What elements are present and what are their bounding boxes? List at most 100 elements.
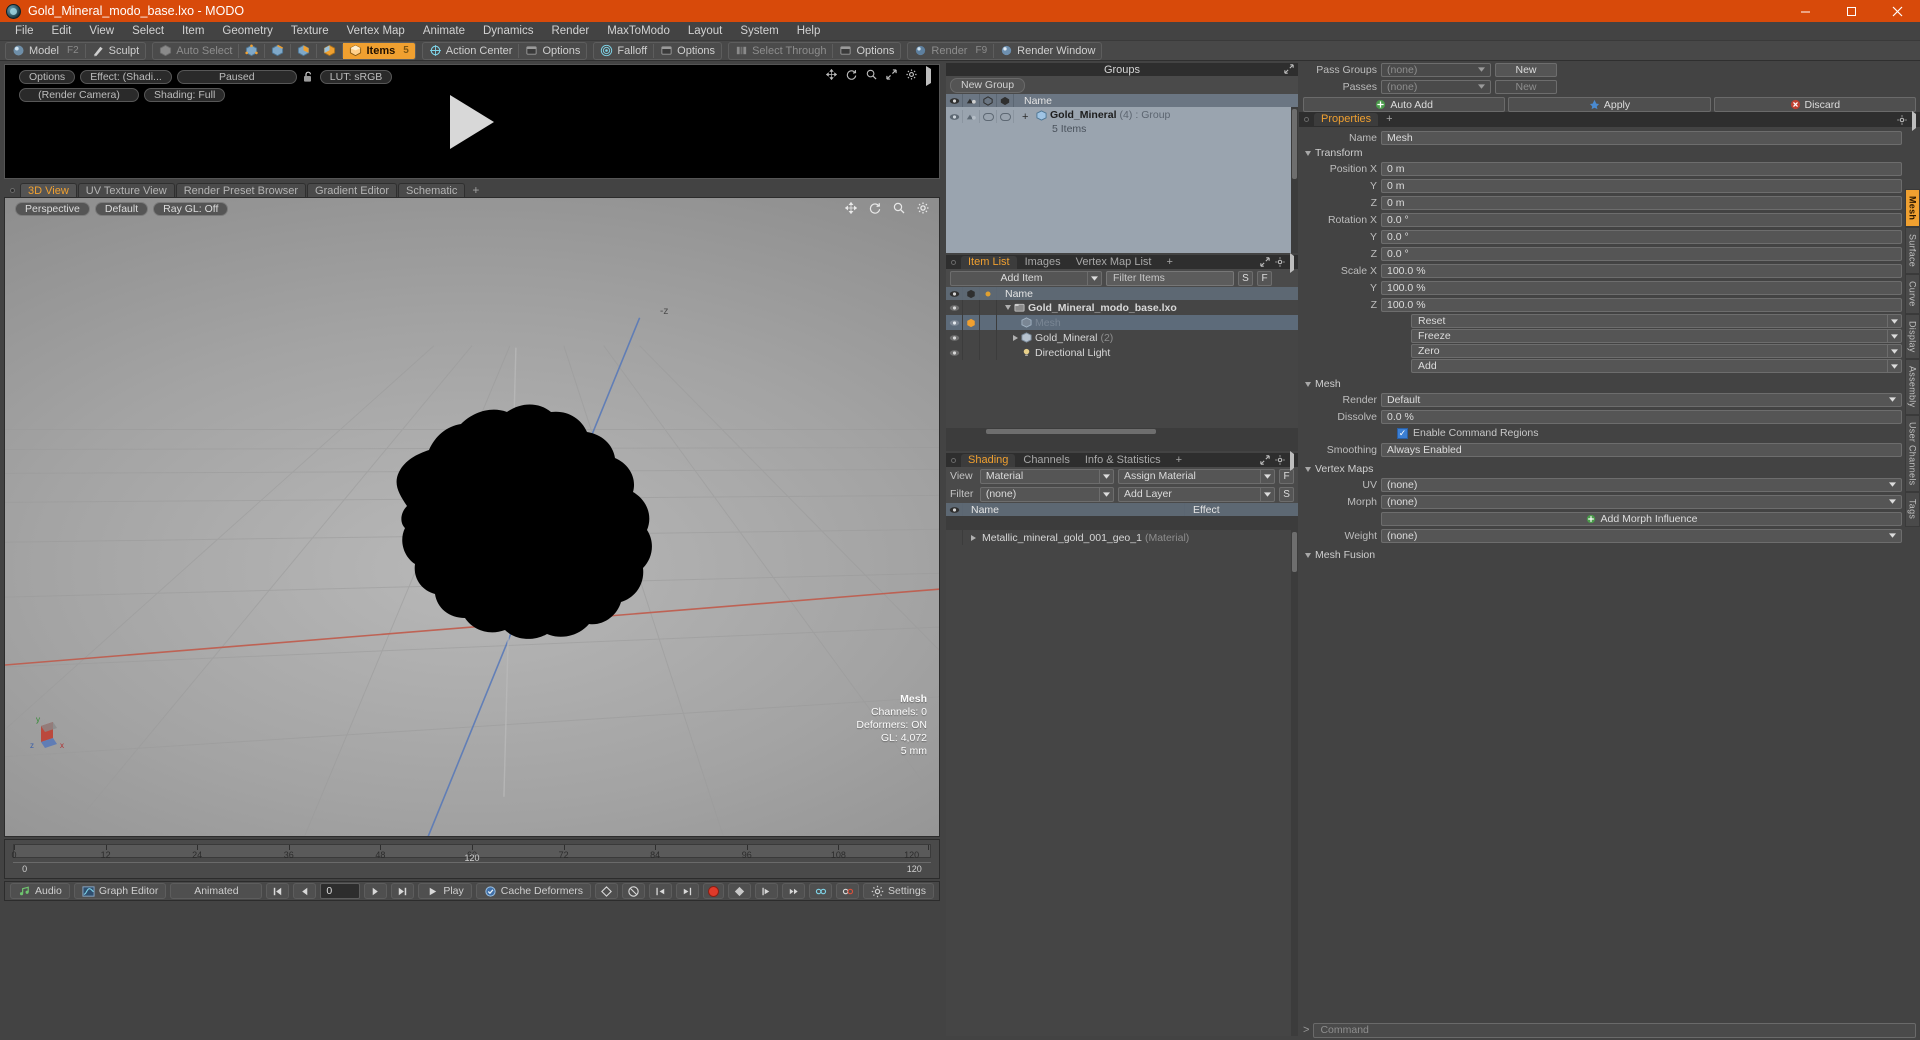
- discard-button[interactable]: Discard: [1713, 97, 1916, 112]
- viewport-default-button[interactable]: Default: [94, 201, 149, 216]
- eye-column-icon[interactable]: [946, 94, 963, 107]
- filter-dropdown[interactable]: (none): [979, 486, 1115, 502]
- menu-item-layout[interactable]: Layout: [679, 22, 732, 41]
- tab-info-and-statistics[interactable]: Info & Statistics: [1078, 454, 1168, 467]
- reset-dropdown[interactable]: Reset: [1411, 314, 1902, 328]
- tab-render-preset-browser[interactable]: Render Preset Browser: [175, 183, 307, 197]
- zero-dropdown[interactable]: Zero: [1411, 344, 1902, 358]
- model-mode-button[interactable]: Model F2: [6, 43, 85, 59]
- passes-new-button[interactable]: New: [1495, 79, 1557, 94]
- material-select-button[interactable]: [317, 43, 342, 59]
- add-item-dropdown[interactable]: Add Item: [950, 270, 1102, 286]
- row-visibility-toggle[interactable]: [946, 315, 963, 330]
- lut-button[interactable]: LUT: sRGB: [319, 69, 393, 84]
- side-tab-display[interactable]: Display: [1905, 313, 1920, 360]
- menu-item-item[interactable]: Item: [173, 22, 213, 41]
- groups-list-body[interactable]: + Gold_Mineral (4) : Group 5 Items: [946, 107, 1298, 253]
- row-lock-toggle[interactable]: [963, 315, 980, 330]
- row-lock-toggle[interactable]: [963, 300, 980, 315]
- list-item[interactable]: Gold_Mineral (2): [946, 330, 1298, 345]
- scale-x-input[interactable]: 100.0 %: [1381, 263, 1902, 278]
- filter-s-button[interactable]: S: [1238, 270, 1253, 286]
- menu-item-dynamics[interactable]: Dynamics: [474, 22, 542, 41]
- tab-item-list[interactable]: Item List: [961, 255, 1017, 269]
- scale-z-input[interactable]: 100.0 %: [1381, 297, 1902, 312]
- gear-icon[interactable]: [906, 69, 917, 83]
- goto-end-button[interactable]: [391, 883, 415, 899]
- viewport-raygl-button[interactable]: Ray GL: Off: [153, 201, 229, 216]
- groups-scrollbar[interactable]: [1291, 107, 1298, 253]
- zoom-icon[interactable]: [866, 69, 877, 83]
- play-button[interactable]: Play: [418, 883, 472, 899]
- assign-material-dropdown[interactable]: Assign Material: [1118, 468, 1276, 484]
- tab-vertex-map-list[interactable]: Vertex Map List: [1069, 256, 1159, 269]
- close-button[interactable]: [1874, 0, 1920, 22]
- properties-add-tab-button[interactable]: +: [1379, 113, 1399, 126]
- settings-button[interactable]: Settings: [863, 883, 934, 899]
- add-layer-s-button[interactable]: S: [1279, 486, 1294, 502]
- weight-dropdown[interactable]: (none): [1381, 528, 1902, 543]
- sculpt-mode-button[interactable]: Sculpt: [86, 43, 146, 59]
- rotate-icon[interactable]: [869, 202, 881, 217]
- row-light-toggle[interactable]: [980, 330, 997, 345]
- rotation-x-input[interactable]: 0.0 °: [1381, 212, 1902, 227]
- chevron-down-icon[interactable]: [1887, 330, 1901, 342]
- chevron-down-icon[interactable]: [1887, 315, 1901, 327]
- gear-icon[interactable]: [917, 202, 929, 217]
- polygon-select-button[interactable]: [291, 43, 316, 59]
- add-dropdown[interactable]: Add: [1411, 359, 1902, 373]
- position-y-input[interactable]: 0 m: [1381, 178, 1902, 193]
- goto-start-button[interactable]: [266, 883, 290, 899]
- row-visibility-toggle[interactable]: [946, 345, 963, 360]
- items-select-button[interactable]: Items 5: [343, 42, 415, 59]
- render-options-button[interactable]: Options: [19, 69, 76, 84]
- select-column-icon[interactable]: [997, 94, 1014, 107]
- render-window-button[interactable]: Render Window: [994, 43, 1101, 59]
- chevron-down-icon[interactable]: [1260, 469, 1274, 483]
- row-visibility-toggle[interactable]: [946, 300, 963, 315]
- row-light-toggle[interactable]: [980, 300, 997, 315]
- enable-command-regions-checkbox[interactable]: ✓: [1397, 427, 1408, 439]
- side-tab-user-channels[interactable]: User Channels: [1905, 414, 1920, 493]
- expander-icon[interactable]: [1013, 334, 1018, 341]
- view-dropdown[interactable]: Material: [979, 468, 1115, 484]
- tab-channels[interactable]: Channels: [1016, 454, 1076, 467]
- menu-item-animate[interactable]: Animate: [414, 22, 474, 41]
- expand-icon[interactable]: [1260, 256, 1270, 270]
- lock-column-icon[interactable]: [963, 287, 980, 300]
- shading-list-body[interactable]: Metallic_mineral_gold_001_geo_1 (Materia…: [946, 530, 1298, 1036]
- side-tab-assembly[interactable]: Assembly: [1905, 359, 1920, 415]
- vertex-maps-section-header[interactable]: Vertex Maps: [1299, 462, 1920, 476]
- tab-images[interactable]: Images: [1018, 256, 1068, 269]
- select-through-options-button[interactable]: Options: [833, 43, 900, 59]
- key-last-button[interactable]: [782, 883, 806, 899]
- falloff-options-button[interactable]: Options: [654, 43, 721, 59]
- menu-item-view[interactable]: View: [80, 22, 123, 41]
- timeline-ruler[interactable]: 0 12 24 36 48 60 72 84 96 108 120 0 120 …: [4, 839, 940, 879]
- unlocked-padlock-icon[interactable]: [302, 70, 315, 84]
- vertex-select-button[interactable]: [239, 43, 264, 59]
- expander-icon[interactable]: [1005, 305, 1011, 310]
- row-select-toggle[interactable]: [997, 110, 1014, 123]
- rotate-icon[interactable]: [846, 69, 857, 83]
- chevron-right-icon[interactable]: [1290, 451, 1294, 471]
- 3d-viewport[interactable]: -z Perspective Default Ray GL: Off Mesh …: [4, 197, 940, 837]
- gear-icon[interactable]: [1275, 256, 1285, 270]
- filter-items-input[interactable]: Filter Items: [1106, 270, 1234, 286]
- render-effect-button[interactable]: Effect: (Shadi...: [80, 69, 172, 84]
- gear-icon[interactable]: [1897, 114, 1907, 128]
- key-next-button[interactable]: [755, 883, 779, 899]
- move-icon[interactable]: [825, 68, 838, 83]
- menu-item-edit[interactable]: Edit: [43, 22, 81, 41]
- eye-column-icon[interactable]: [946, 287, 963, 300]
- step-back-button[interactable]: [293, 883, 317, 899]
- enable-command-regions-row[interactable]: ✓ Enable Command Regions: [1299, 425, 1920, 441]
- tab-schematic[interactable]: Schematic: [398, 183, 466, 197]
- position-x-input[interactable]: 0 m: [1381, 161, 1902, 176]
- ruler-range[interactable]: 0 120 120: [13, 853, 931, 874]
- menu-item-vertex-map[interactable]: Vertex Map: [338, 22, 414, 41]
- cache-deformers-button[interactable]: Cache Deformers: [475, 883, 592, 899]
- tab-gradient-editor[interactable]: Gradient Editor: [307, 183, 397, 197]
- mesh-fusion-section-header[interactable]: Mesh Fusion: [1299, 548, 1920, 562]
- list-item[interactable]: Mesh: [946, 315, 1298, 330]
